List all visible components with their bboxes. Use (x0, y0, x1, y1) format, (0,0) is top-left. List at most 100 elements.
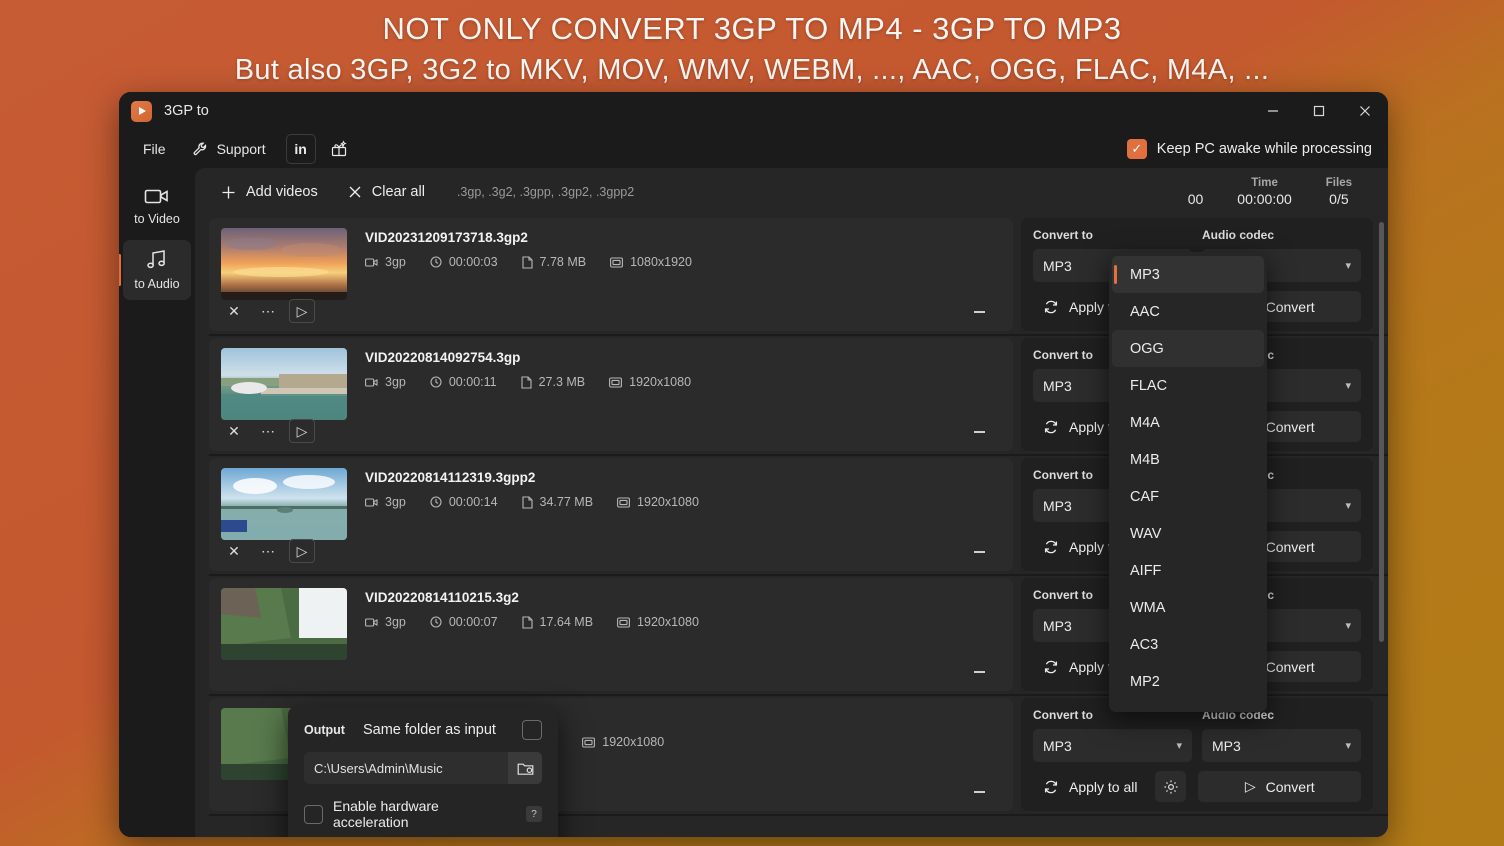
dropdown-option-flac[interactable]: FLAC (1112, 367, 1264, 404)
hardware-acceleration-checkbox[interactable] (304, 804, 323, 824)
output-settings-popup: Output Same folder as input C:\Users\Adm… (288, 706, 558, 837)
more-options-button[interactable]: ⋯ (255, 419, 281, 443)
dropdown-option-m4b[interactable]: M4B (1112, 441, 1264, 478)
collapse-row-button[interactable] (974, 671, 985, 673)
convert-button[interactable]: ▷Convert (1198, 771, 1361, 802)
dropdown-option-wav[interactable]: WAV (1112, 515, 1264, 552)
dropdown-option-ac3[interactable]: AC3 (1112, 626, 1264, 663)
video-thumbnail (221, 468, 347, 540)
file-attributes: 3gp 00:00:11 27.3 MB 1920x1080 (365, 375, 691, 389)
title-bar: 3GP to (119, 92, 1388, 130)
file-card[interactable]: VID20220814092754.3gp 3gp 00:00:11 27.3 … (209, 338, 1013, 451)
audio-codec-group: Audio codec MP3▾ (1202, 708, 1361, 762)
convert-to-select[interactable]: MP3▾ (1033, 729, 1192, 762)
dropdown-option-caf[interactable]: CAF (1112, 478, 1264, 515)
music-note-icon (145, 249, 169, 271)
file-meta: VID20220814110215.3g2 3gp 00:00:07 17.64… (365, 588, 699, 681)
menu-file[interactable]: File (131, 135, 178, 163)
dropdown-option-wma[interactable]: WMA (1112, 589, 1264, 626)
dropdown-option-mp3[interactable]: MP3 (1112, 256, 1264, 293)
vertical-scrollbar[interactable] (1379, 222, 1384, 831)
maximize-button[interactable] (1296, 92, 1342, 130)
stat-time: Time 00:00:00 (1237, 177, 1292, 207)
output-path-field[interactable]: C:\Users\Admin\Music (304, 752, 542, 784)
menu-support[interactable]: Support (180, 135, 278, 164)
more-options-button[interactable]: ⋯ (255, 299, 281, 323)
close-button[interactable] (1342, 92, 1388, 130)
video-thumbnail (221, 588, 347, 660)
row-buttons: ✕ ⋯ ▷ (221, 539, 315, 563)
file-icon (521, 255, 533, 269)
keep-pc-awake-label: Keep PC awake while processing (1156, 141, 1372, 157)
preview-play-button[interactable]: ▷ (289, 539, 315, 563)
stat-partial: 00 (1188, 177, 1204, 207)
stat-files: Files 0/5 (1326, 177, 1352, 207)
scrollbar-thumb[interactable] (1379, 222, 1384, 642)
menu-support-label: Support (216, 141, 266, 157)
dropdown-option-aac[interactable]: AAC (1112, 293, 1264, 330)
format-dropdown-menu[interactable]: MP3 AAC OGG FLAC M4A M4B CAF WAV AIFF WM… (1109, 252, 1267, 712)
dropdown-option-mp2[interactable]: MP2 (1112, 663, 1264, 700)
same-folder-checkbox[interactable] (522, 720, 542, 740)
file-card[interactable]: VID20220814112319.3gpp2 3gp 00:00:14 34.… (209, 458, 1013, 571)
stat-files-label: Files (1325, 177, 1352, 189)
window-controls (1250, 92, 1388, 130)
sidebar-item-to-audio[interactable]: to Audio (119, 240, 191, 300)
chevron-down-icon: ▾ (1176, 740, 1182, 752)
keep-pc-awake-toggle[interactable]: ✓ Keep PC awake while processing (1126, 139, 1388, 159)
remove-file-button[interactable]: ✕ (221, 299, 247, 323)
linkedin-label: in (294, 141, 307, 157)
plus-icon (221, 185, 236, 200)
settings-gear-icon[interactable] (1155, 771, 1187, 802)
keep-pc-awake-checkbox[interactable]: ✓ (1126, 139, 1147, 159)
file-card[interactable]: VID20220814110215.3g2 3gp 00:00:07 17.64… (209, 578, 1013, 691)
collapse-row-button[interactable] (974, 311, 985, 313)
clock-icon (430, 376, 442, 388)
collapse-row-button[interactable] (974, 791, 985, 793)
apply-to-all-button[interactable]: Apply to all (1033, 773, 1147, 801)
dropdown-option-m4a[interactable]: M4A (1112, 404, 1264, 441)
preview-play-button[interactable]: ▷ (289, 419, 315, 443)
linkedin-icon[interactable]: in (285, 134, 316, 164)
collapse-row-button[interactable] (974, 551, 985, 553)
file-format: 3gp (365, 255, 406, 269)
hardware-acceleration-row[interactable]: Enable hardware acceleration ? (304, 798, 542, 830)
add-videos-button[interactable]: Add videos (209, 177, 330, 207)
chevron-down-icon: ▾ (1345, 260, 1351, 272)
file-resolution: 1080x1920 (610, 255, 692, 269)
refresh-icon (1043, 659, 1059, 675)
gift-icon[interactable] (324, 134, 354, 164)
banner-line-2: But also 3GP, 3G2 to MKV, MOV, WMV, WEBM… (234, 54, 1270, 86)
file-name: VID20220814110215.3g2 (365, 590, 519, 605)
close-x-icon (348, 185, 362, 199)
camera-icon (365, 497, 378, 508)
check-glyph: ✓ (1131, 141, 1143, 156)
promo-banner: NOT ONLY CONVERT 3GP TO MP4 - 3GP TO MP3… (0, 8, 1504, 90)
file-card[interactable]: VID20231209173718.3gp2 3gp 00:00:03 7.78… (209, 218, 1013, 331)
sidebar-item-to-video[interactable]: to Video (123, 176, 191, 236)
play-icon: ▷ (1244, 778, 1256, 794)
remove-file-button[interactable]: ✕ (221, 539, 247, 563)
content-area: Add videos Clear all .3gp, .3g2, .3gpp, … (195, 168, 1388, 837)
more-options-button[interactable]: ⋯ (255, 539, 281, 563)
same-folder-label: Same folder as input (362, 722, 496, 738)
folder-open-icon[interactable] (508, 752, 542, 784)
file-attributes: 3gp 00:00:07 17.64 MB 1920x1080 (365, 615, 699, 629)
resolution-icon (617, 496, 630, 508)
help-icon[interactable]: ? (526, 806, 542, 822)
file-duration: 00:00:11 (430, 375, 497, 389)
dropdown-option-aiff[interactable]: AIFF (1112, 552, 1264, 589)
minimize-button[interactable] (1250, 92, 1296, 130)
file-resolution: 1920x1080 (617, 615, 699, 629)
preview-play-button[interactable]: ▷ (289, 299, 315, 323)
resolution-icon (609, 376, 623, 388)
sidebar: to Video to Audio (119, 168, 195, 837)
audio-codec-select[interactable]: MP3▾ (1202, 729, 1361, 762)
clear-all-button[interactable]: Clear all (336, 177, 437, 207)
dropdown-option-ogg[interactable]: OGG (1112, 330, 1264, 367)
file-icon (521, 375, 532, 389)
collapse-row-button[interactable] (974, 431, 985, 433)
remove-file-button[interactable]: ✕ (221, 419, 247, 443)
file-meta: VID20220814092754.3gp 3gp 00:00:11 27.3 … (365, 348, 691, 441)
file-format: 3gp (365, 615, 406, 629)
